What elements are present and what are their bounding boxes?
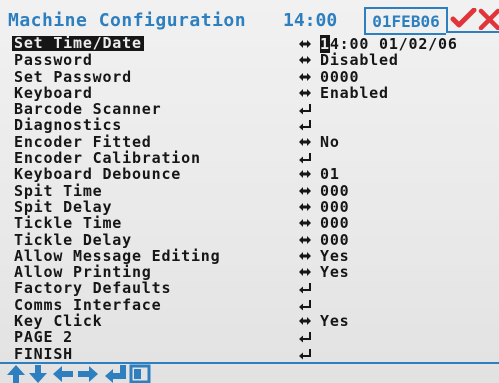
menu-item-value: No [320, 132, 340, 151]
menu-item-label: Allow Printing [14, 263, 152, 282]
left-arrow-icon[interactable] [52, 364, 74, 383]
menu-item[interactable]: Spit Delay 000 [14, 197, 494, 216]
menu-item-value: Yes [320, 246, 350, 265]
menu-item-label: Factory Defaults [14, 279, 172, 298]
menu-item-label: Spit Time [14, 181, 103, 200]
menu-item[interactable]: Comms Interface [14, 295, 494, 314]
menu-item-label: FINISH [14, 344, 73, 363]
enter-arrow-icon [298, 346, 312, 362]
menu-item[interactable]: FINISH [14, 344, 494, 363]
up-arrow-icon[interactable] [6, 364, 26, 383]
menu-item-label: Key Click [14, 312, 103, 331]
left-right-arrow-icon [298, 215, 312, 231]
status-indicator [446, 7, 499, 33]
menu-item[interactable]: Key Click Yes [14, 312, 494, 331]
menu-item-value: 14:00 01/02/06 [320, 35, 458, 53]
menu-item[interactable]: Keyboard Enabled [14, 83, 494, 102]
menu-item-label: Comms Interface [14, 295, 162, 314]
left-right-arrow-icon [298, 232, 312, 248]
left-right-arrow-icon [298, 36, 312, 52]
menu-item[interactable]: Spit Time 000 [14, 181, 494, 200]
tick-icon[interactable] [450, 8, 477, 28]
menu-item-label: Encoder Fitted [14, 132, 152, 151]
escape-icon[interactable] [129, 364, 151, 383]
menu-item[interactable]: Encoder Calibration [14, 150, 494, 166]
menu-item[interactable]: PAGE 2 [14, 328, 494, 347]
menu-item-value: 01 [320, 165, 340, 184]
left-right-arrow-icon [298, 199, 312, 215]
machine-screen: Machine Configuration 14:00 01FEB06 Set … [0, 0, 499, 383]
menu-item-label: Set Password [14, 67, 132, 86]
enter-arrow-icon [298, 101, 312, 117]
menu-item-value: Yes [320, 263, 350, 282]
menu-item-label: Spit Delay [14, 197, 113, 216]
menu-item-value: 000 [320, 197, 350, 216]
menu-item[interactable]: Tickle Time 000 [14, 214, 494, 233]
left-right-arrow-icon [298, 134, 312, 150]
date-display: 01FEB06 [364, 7, 446, 35]
menu-item-label: Tickle Time [14, 214, 123, 233]
menu-item-value: Yes [320, 312, 350, 331]
enter-icon[interactable] [103, 364, 127, 383]
menu-item[interactable]: Barcode Scanner [14, 101, 494, 117]
cross-icon[interactable] [478, 8, 499, 30]
left-right-arrow-icon [298, 264, 312, 280]
menu-item[interactable]: Diagnostics [14, 116, 494, 135]
down-arrow-icon[interactable] [28, 364, 48, 383]
right-arrow-icon[interactable] [77, 364, 99, 383]
menu-item-label: Keyboard [14, 83, 93, 102]
edit-cursor: 1 [320, 35, 330, 53]
menu-item-label: Password [14, 51, 93, 70]
date-text: 01FEB06 [372, 11, 440, 31]
clock-time: 14:00 [283, 10, 338, 31]
left-right-arrow-icon [298, 166, 312, 182]
page-title: Machine Configuration [8, 10, 247, 31]
menu-item-label: PAGE 2 [14, 328, 73, 347]
menu-item-label: Diagnostics [14, 116, 123, 135]
left-right-arrow-icon [298, 248, 312, 264]
left-right-arrow-icon [298, 183, 312, 199]
menu-item[interactable]: Allow Printing Yes [14, 263, 494, 282]
enter-arrow-icon [298, 117, 312, 133]
navigation-key-bar [0, 362, 499, 383]
menu-item-value: Enabled [320, 83, 389, 102]
enter-arrow-icon [298, 297, 312, 313]
enter-arrow-icon [298, 150, 312, 166]
title-bar: Machine Configuration 14:00 01FEB06 [0, 6, 499, 35]
menu-item[interactable]: Encoder Fitted No [14, 132, 494, 151]
menu-item-value: 0000 [320, 67, 360, 86]
value-text: 4:00 01/02/06 [329, 35, 458, 53]
menu-item[interactable]: Keyboard Debounce 01 [14, 165, 494, 184]
left-right-arrow-icon [298, 85, 312, 101]
menu-item[interactable]: Tickle Delay 000 [14, 230, 494, 249]
left-right-arrow-icon [298, 52, 312, 68]
enter-arrow-icon [298, 329, 312, 345]
menu-item-value: Disabled [320, 51, 399, 70]
menu-item-label: Allow Message Editing [14, 246, 221, 265]
enter-arrow-icon [298, 280, 312, 296]
menu-item-label: Set Time/Date [12, 34, 144, 52]
menu-item-label: Tickle Delay [14, 230, 132, 249]
menu-item-label: Encoder Calibration [14, 149, 201, 168]
menu-item-value: 000 [320, 214, 350, 233]
menu-item[interactable]: Factory Defaults [14, 279, 494, 298]
left-right-arrow-icon [298, 69, 312, 85]
menu-item[interactable]: Allow Message Editing Yes [14, 246, 494, 265]
menu-item[interactable]: Set Time/Date 14:00 01/02/06 [12, 34, 494, 53]
menu-item[interactable]: Password Disabled [14, 51, 494, 70]
menu-item[interactable]: Set Password 0000 [14, 67, 494, 86]
menu-item-label: Barcode Scanner [14, 100, 162, 119]
menu-item-value: 000 [320, 181, 350, 200]
configuration-menu: Set Time/Date 14:00 01/02/06 Password Disab… [12, 34, 494, 363]
menu-item-label: Keyboard Debounce [14, 165, 182, 184]
left-right-arrow-icon [298, 313, 312, 329]
menu-item-value: 000 [320, 230, 350, 249]
